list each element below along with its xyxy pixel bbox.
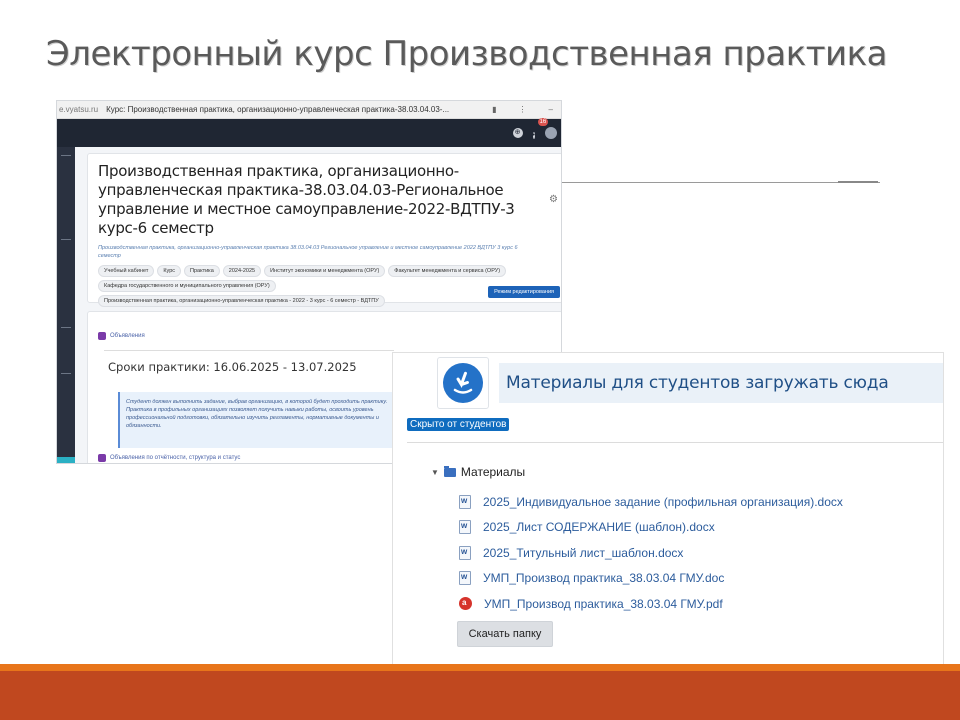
word-document-icon [459, 545, 471, 560]
file-item[interactable]: УМП_Производ практика_38.03.04 ГМУ.doc [459, 566, 843, 592]
drawer-divider [61, 155, 71, 156]
drawer-divider [61, 327, 71, 328]
notifications-button[interactable]: • 16 [532, 118, 549, 142]
file-item[interactable]: 2025_Лист СОДЕРЖАНИЕ (шаблон).docx [459, 515, 843, 541]
drawer-divider [61, 373, 71, 374]
word-document-icon [459, 520, 471, 535]
folder-tree-root[interactable]: ▼ Материалы [431, 465, 525, 479]
course-chip[interactable]: Учебный кабинет [98, 265, 155, 277]
slide-title: Электронный курс Производственная практи… [46, 34, 888, 74]
course-chips: Учебный кабинет Курс Практика 2024-2025 … [98, 265, 552, 307]
file-item[interactable]: 2025_Титульный лист_шаблон.docx [459, 540, 843, 566]
divider [407, 442, 943, 443]
course-chip[interactable]: Институт экономики и менеджмента (ОРУ) [264, 265, 386, 277]
bell-icon: • [532, 132, 535, 139]
drawer-accent [57, 457, 75, 463]
browser-toolbar-icons: ▮ ⋮ – [492, 105, 561, 114]
course-chip[interactable]: 2024-2025 [222, 265, 262, 277]
announcements-label: Объявления [110, 333, 145, 339]
folder-icon [443, 465, 456, 477]
avatar[interactable] [545, 127, 557, 139]
file-link[interactable]: УМП_Производ практика_38.03.04 ГМУ.pdf [484, 597, 723, 611]
info-box: Студент должен выполнить задание, выбрав… [118, 392, 408, 448]
course-chip[interactable]: Кафедра государственного и муниципальног… [98, 280, 276, 292]
news-label: Объявления по отчётности, структура и ст… [110, 455, 241, 461]
news-link[interactable]: Объявления по отчётности, структура и ст… [98, 454, 240, 462]
site-navbar: ⊕ • 16 [57, 118, 561, 147]
file-link[interactable]: 2025_Лист СОДЕРЖАНИЕ (шаблон).docx [483, 520, 715, 534]
forum-icon [98, 454, 106, 462]
course-chip[interactable]: Факультет менеджмента и сервиса (ОРУ) [388, 265, 507, 277]
left-drawer [57, 147, 75, 463]
divider [104, 350, 394, 351]
more-icon[interactable]: ⋮ [519, 105, 527, 114]
word-document-icon [459, 571, 471, 586]
materials-panel: Материалы для студентов загружать сюда С… [392, 352, 944, 694]
drawer-divider [61, 239, 71, 240]
globe-icon[interactable]: ⊕ [512, 128, 523, 138]
hidden-from-students-badge: Скрыто от студентов [407, 418, 510, 431]
footer-bar [0, 671, 960, 720]
gear-icon[interactable]: ⚙ [549, 194, 558, 205]
bookmark-icon[interactable]: ▮ [492, 105, 496, 114]
file-item[interactable]: 2025_Индивидуальное задание (профильная … [459, 489, 843, 515]
announcements-link[interactable]: Объявления [98, 332, 145, 340]
file-link[interactable]: 2025_Индивидуальное задание (профильная … [483, 495, 843, 509]
folder-activity-icon[interactable] [437, 357, 489, 409]
file-link[interactable]: УМП_Производ практика_38.03.04 ГМУ.doc [483, 571, 724, 585]
forum-icon [98, 332, 106, 340]
divider [562, 182, 880, 183]
course-chip[interactable]: Производственная практика, организационн… [98, 295, 385, 307]
browser-tab-bar: e.vyatsu.ru Курс: Производственная практ… [57, 101, 561, 119]
course-chip[interactable]: Курс [157, 265, 182, 277]
browser-tab-title[interactable]: Курс: Производственная практика, организ… [106, 105, 492, 114]
course-subtitle: Производственная практика, организационн… [98, 245, 518, 259]
course-name: Производственная практика, организационн… [98, 162, 515, 237]
materials-banner[interactable]: Материалы для студентов загружать сюда [499, 363, 943, 403]
file-link[interactable]: 2025_Титульный лист_шаблон.docx [483, 546, 683, 560]
course-header-card: Производственная практика, организационн… [87, 153, 561, 307]
caret-down-icon[interactable]: ▼ [431, 468, 439, 477]
file-item[interactable]: УМП_Производ практика_38.03.04 ГМУ.pdf [459, 591, 843, 617]
edit-mode-button[interactable]: Режим редактирования [488, 286, 560, 298]
accent-bar [0, 664, 960, 671]
pdf-icon [459, 597, 472, 611]
course-chip[interactable]: Практика [184, 265, 220, 277]
file-list: 2025_Индивидуальное задание (профильная … [459, 489, 843, 617]
practice-dates: Сроки практики: 16.06.2025 - 13.07.2025 [108, 360, 357, 374]
divider [838, 181, 878, 183]
minimize-icon[interactable]: – [549, 105, 553, 114]
word-document-icon [459, 494, 471, 509]
browser-url[interactable]: e.vyatsu.ru [59, 105, 98, 114]
notification-badge: 16 [537, 118, 549, 126]
folder-name: Материалы [460, 465, 526, 479]
download-arrow-icon [443, 363, 483, 403]
download-folder-button[interactable]: Скачать папку [457, 621, 553, 647]
